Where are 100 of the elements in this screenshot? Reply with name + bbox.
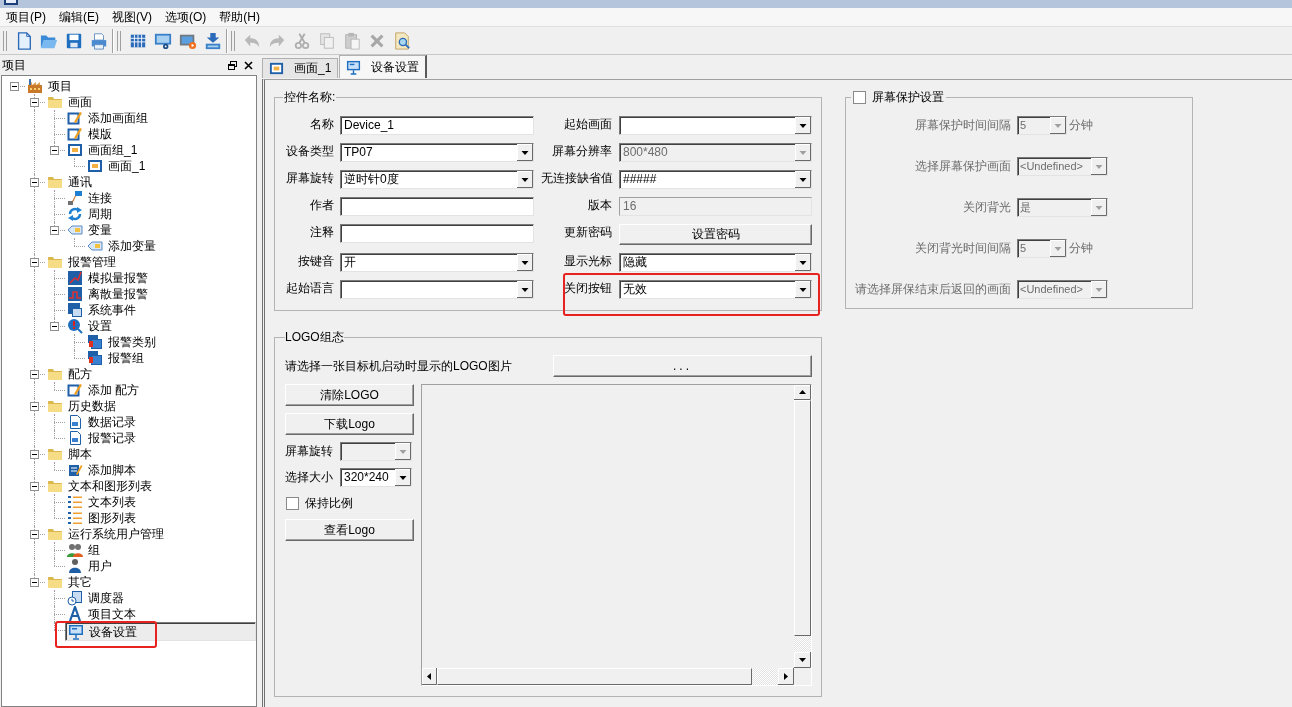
tree-item[interactable]: 文本列表 <box>65 494 256 510</box>
dropdown-arrow-icon[interactable] <box>395 469 411 486</box>
dropdown-field[interactable]: 320*240 <box>340 468 412 487</box>
tree-item[interactable]: 其它 <box>45 574 256 590</box>
tree-item[interactable]: 周期 <box>65 206 256 222</box>
push-button[interactable]: 查看Logo <box>285 519 414 541</box>
tree-item[interactable]: 配方 <box>45 366 256 382</box>
tree-item[interactable]: 脚本 <box>45 446 256 462</box>
text-field[interactable] <box>340 224 534 243</box>
dropdown-field[interactable]: 开 <box>340 253 534 272</box>
menu-item[interactable]: 帮助(H) <box>213 8 266 26</box>
tree-item[interactable]: 系统事件 <box>65 302 256 318</box>
dropdown-field[interactable] <box>619 116 812 135</box>
push-button[interactable]: 下载Logo <box>285 413 414 435</box>
collapse-icon[interactable] <box>30 402 39 411</box>
tree-item[interactable]: 项目文本 <box>65 606 256 622</box>
tree-item[interactable]: 添加脚本 <box>65 462 256 478</box>
scrollbar-track[interactable] <box>794 636 811 652</box>
tree-item[interactable]: 画面组_1 <box>65 142 256 158</box>
tree-item[interactable]: 报警类别 <box>85 334 256 350</box>
tree-item[interactable]: 数据记录 <box>65 414 256 430</box>
dropdown-arrow-icon[interactable] <box>517 254 533 271</box>
tree-item[interactable]: 添加画面组 <box>65 110 256 126</box>
dropdown-arrow-icon[interactable] <box>795 254 811 271</box>
collapse-icon[interactable] <box>30 258 39 267</box>
tree-item[interactable]: 模拟量报警 <box>65 270 256 286</box>
collapse-icon[interactable] <box>30 370 39 379</box>
dropdown-field[interactable]: 无效 <box>619 280 812 299</box>
text-field[interactable]: Device_1 <box>340 116 534 135</box>
dropdown-arrow-icon[interactable] <box>795 171 811 188</box>
dropdown-arrow-icon[interactable] <box>517 171 533 188</box>
tab[interactable]: 画面_1 <box>262 58 339 78</box>
collapse-icon[interactable] <box>30 578 39 587</box>
scroll-thumb[interactable] <box>794 400 811 636</box>
tree-item[interactable]: 调度器 <box>65 590 256 606</box>
tree-item[interactable]: 报警记录 <box>65 430 256 446</box>
toolbar-grip[interactable] <box>231 30 235 51</box>
close-icon[interactable] <box>244 60 253 70</box>
save-icon[interactable] <box>65 31 83 50</box>
tree-item[interactable]: 模版 <box>65 126 256 142</box>
browse-button[interactable]: ... <box>553 355 812 377</box>
tab[interactable]: 设备设置 <box>339 55 428 78</box>
scroll-thumb[interactable] <box>437 668 752 685</box>
collapse-icon[interactable] <box>30 98 39 107</box>
collapse-icon[interactable] <box>30 450 39 459</box>
tree-item[interactable]: 设备设置 <box>65 622 256 641</box>
collapse-icon[interactable] <box>50 146 59 155</box>
tree-item[interactable]: 用户 <box>65 558 256 574</box>
toolbar-grip[interactable] <box>117 30 121 51</box>
push-button[interactable]: 设置密码 <box>619 224 812 245</box>
dropdown-field[interactable] <box>340 280 534 299</box>
tree-item[interactable]: 添加 配方 <box>65 382 256 398</box>
tree-item[interactable]: 组 <box>65 542 256 558</box>
menu-item[interactable]: 选项(O) <box>159 8 213 26</box>
restore-icon[interactable] <box>228 60 237 70</box>
dropdown-arrow-icon[interactable] <box>517 281 533 298</box>
dropdown-field[interactable]: ##### <box>619 170 812 189</box>
dropdown-arrow-icon[interactable] <box>795 117 811 134</box>
dropdown-field[interactable]: 逆时针0度 <box>340 170 534 189</box>
text-field[interactable] <box>340 197 534 216</box>
tree-item[interactable]: 离散量报警 <box>65 286 256 302</box>
menu-item[interactable]: 编辑(E) <box>53 8 105 26</box>
menu-item[interactable]: 视图(V) <box>106 8 158 26</box>
tree-item[interactable]: 报警管理 <box>45 254 256 270</box>
tree-item[interactable]: 报警组 <box>85 350 256 366</box>
tree-item[interactable]: 连接 <box>65 190 256 206</box>
monitor-disc-icon[interactable] <box>154 31 172 50</box>
scroll-right-icon[interactable] <box>778 668 794 685</box>
tree-item[interactable]: 设置 <box>65 318 256 334</box>
download-icon[interactable] <box>204 31 222 50</box>
scroll-up-icon[interactable] <box>794 385 811 400</box>
tree-item[interactable]: 通讯 <box>45 174 256 190</box>
tree-item[interactable]: 文本和图形列表 <box>45 478 256 494</box>
collapse-icon[interactable] <box>30 530 39 539</box>
scroll-left-icon[interactable] <box>422 668 437 685</box>
magnifier-icon[interactable] <box>393 31 411 50</box>
toolbar-grip[interactable] <box>3 30 7 51</box>
tree-item[interactable]: 历史数据 <box>45 398 256 414</box>
collapse-icon[interactable] <box>30 482 39 491</box>
collapse-icon[interactable] <box>50 226 59 235</box>
tree-item[interactable]: 项目 <box>25 78 256 94</box>
tree-item[interactable]: 运行系统用户管理 <box>45 526 256 542</box>
new-file-icon[interactable] <box>15 31 33 50</box>
collapse-icon[interactable] <box>30 178 39 187</box>
tree-item[interactable]: 图形列表 <box>65 510 256 526</box>
tree-item[interactable]: 添加变量 <box>85 238 256 254</box>
tree-item[interactable]: 画面 <box>45 94 256 110</box>
tree-item[interactable]: 变量 <box>65 222 256 238</box>
dropdown-field[interactable]: 隐藏 <box>619 253 812 272</box>
scroll-down-icon[interactable] <box>794 652 811 668</box>
dropdown-field[interactable]: TP07 <box>340 143 534 162</box>
menu-item[interactable]: 项目(P) <box>0 8 52 26</box>
collapse-icon[interactable] <box>50 322 59 331</box>
dropdown-arrow-icon[interactable] <box>795 281 811 298</box>
dropdown-arrow-icon[interactable] <box>517 144 533 161</box>
push-button[interactable]: 清除LOGO <box>285 384 414 406</box>
checkbox[interactable] <box>286 496 299 510</box>
printer-icon[interactable] <box>90 31 108 50</box>
collapse-icon[interactable] <box>10 82 19 91</box>
checkbox[interactable] <box>853 90 866 104</box>
